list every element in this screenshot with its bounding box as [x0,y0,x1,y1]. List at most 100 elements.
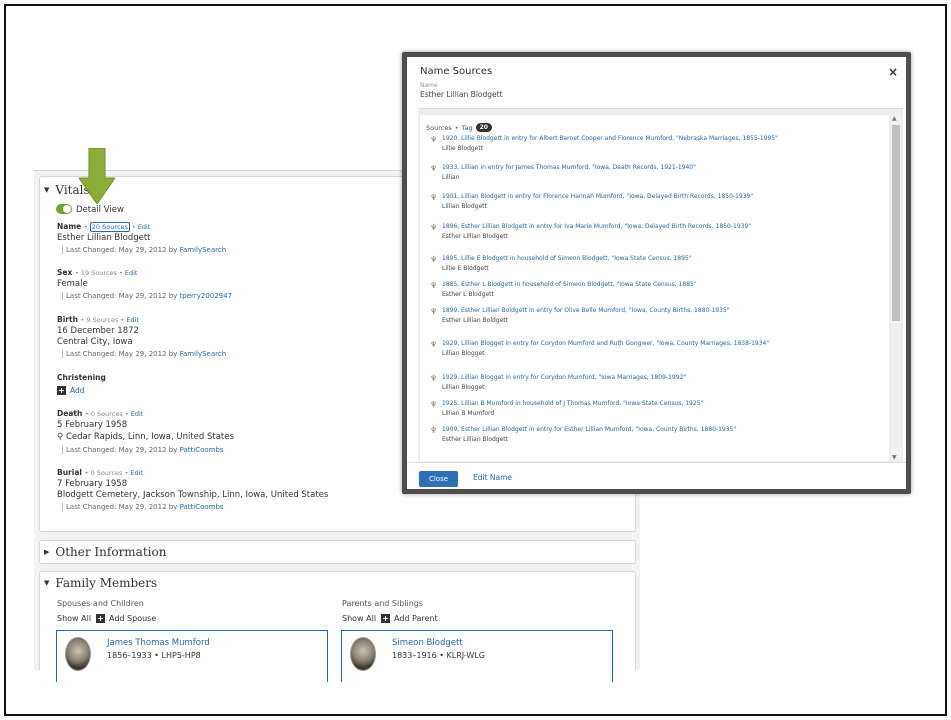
detail-view-toggle[interactable] [56,204,72,214]
birth-last-changed: Last Changed: May 29, 2012 by FamilySear… [62,350,226,358]
death-changed-by-link[interactable]: PattiCoombs [180,446,224,454]
plus-icon: + [96,614,105,623]
source-name: Esther Lillian Blodgett [442,436,509,443]
scrollbar-thumb[interactable] [892,125,900,321]
sources-header: Sources • Tag 20 [426,123,492,132]
birth-label-row: Birth • 9 Sources • Edit [57,315,139,324]
birth-sources-link[interactable]: 9 Sources [86,316,118,324]
source-name: Lillian Blodgett [442,203,487,210]
close-icon[interactable]: × [888,65,898,79]
source-name: Lillian B Mumford [442,410,495,417]
source-title[interactable]: 1895, Lillie E Blodgett in household of … [442,255,870,263]
edit-name-button[interactable]: Edit Name [473,473,512,482]
burial-sources-link[interactable]: 0 Sources [91,469,123,477]
add-spouse-button[interactable]: + Add Spouse [96,614,156,623]
death-label-row: Death • 0 Sources • Edit [57,409,144,418]
source-title[interactable]: 1929, Lillian Blogget in entry for Coryd… [442,374,870,382]
sex-sources-link[interactable]: 19 Sources [81,269,117,277]
source-title[interactable]: 1901, Lillian Blodgett in entry for Flor… [442,193,870,201]
burial-last-changed: Last Changed: May 29, 2012 by PattiCoomb… [62,503,224,511]
spouse-card[interactable]: James Thomas Mumford 1856–1933 • LHP5-HP… [56,630,328,682]
name-edit-link[interactable]: Edit [138,223,151,231]
source-item[interactable]: ♆ 1885, Esther L Blodgett in household of… [430,281,870,298]
death-sources-link[interactable]: 0 Sources [91,410,123,418]
tree-icon: ♆ [430,255,438,264]
parents-show-all[interactable]: Show All [342,614,376,623]
source-item[interactable]: ♆ 1925, Lillian B Mumford in household of… [430,400,870,417]
source-item[interactable]: ♆ 1899, Esther Lillian Boldgett in entry … [430,307,870,324]
parent-name[interactable]: Simeon Blodgett [392,638,463,648]
detail-view-label[interactable]: Detail View [76,205,124,215]
source-title[interactable]: 1933, Lillian in entry for James Thomas … [442,164,870,172]
source-item[interactable]: ♆ 1895, Lillie E Blodgett in household of… [430,255,870,272]
other-info-header[interactable]: ▶ Other Information [44,545,166,559]
sex-last-changed: Last Changed: May 29, 2012 by tperry2002… [62,292,232,300]
modal-name-value: Esther Lillian Blodgett [420,90,503,99]
spouse-name[interactable]: James Thomas Mumford [107,638,210,648]
birth-changed-by-link[interactable]: FamilySearch [180,350,227,358]
tree-icon: ♆ [430,223,438,232]
source-title[interactable]: 1929, Lillian Blogget in entry for Coryd… [442,340,870,348]
death-changed-text: Last Changed: May 29, 2012 by [66,446,178,454]
source-item[interactable]: ♆ 1929, Lillian Blogget in entry for Cory… [430,340,870,357]
birth-place: Central City, Iowa [57,337,133,347]
name-label: Name [57,222,82,231]
source-name: Lillian [442,174,460,181]
plus-icon: + [381,614,390,623]
source-title[interactable]: 1925, Lillian B Mumford in household of … [442,400,870,408]
sex-edit-link[interactable]: Edit [125,269,138,277]
death-last-changed: Last Changed: May 29, 2012 by PattiCoomb… [62,446,224,454]
sex-changed-by-link[interactable]: tperry2002947 [180,292,232,300]
burial-edit-link[interactable]: Edit [130,469,143,477]
death-edit-link[interactable]: Edit [131,410,144,418]
death-label: Death [57,409,83,418]
birth-edit-link[interactable]: Edit [126,316,139,324]
name-sources-link[interactable]: 20 Sources [89,222,130,232]
scroll-down-icon[interactable]: ▼ [892,454,897,461]
sex-label: Sex [57,268,73,277]
spouses-show-all[interactable]: Show All [57,614,91,623]
source-item[interactable]: ♆ 1929, Lillian Blogget in entry for Cory… [430,374,870,391]
tree-icon: ♆ [430,340,438,349]
source-item[interactable]: ♆ 1896, Esther Lillian Blodgett in entry … [430,223,870,240]
scrollbar[interactable]: ▲ ▼ [891,115,901,461]
birth-date: 16 December 1872 [57,326,139,336]
green-down-arrow-icon [79,148,115,204]
burial-changed-by-link[interactable]: PattiCoombs [180,503,224,511]
source-title[interactable]: 1909, Esther Lillian Blodgett in entry f… [442,426,870,434]
source-item[interactable]: ♆ 1933, Lillian in entry for James Thomas… [430,164,870,181]
source-name: Esther Lillian Boldgett [442,317,509,324]
source-name: Lillie Blodgett [442,145,484,152]
avatar [65,637,91,671]
close-button[interactable]: Close [419,471,458,487]
scroll-up-icon[interactable]: ▲ [892,115,897,122]
source-item[interactable]: ♆ 1909, Esther Lillian Blodgett in entry … [430,426,870,443]
sources-label: Sources [426,123,452,132]
parents-heading: Parents and Siblings [342,599,424,608]
plus-icon: + [57,386,66,395]
source-title[interactable]: 1920, Lillie Blodgett in entry for Alber… [442,135,870,143]
source-title[interactable]: 1885, Esther L Blodgett in household of … [442,281,870,289]
source-name: Lillian Blogget [442,384,485,391]
sex-changed-text: Last Changed: May 29, 2012 by [66,292,178,300]
source-item[interactable]: ♆ 1920, Lillie Blodgett in entry for Albe… [430,135,870,152]
source-title[interactable]: 1899, Esther Lillian Boldgett in entry f… [442,307,870,315]
tag-link[interactable]: Tag [462,124,473,132]
tree-icon: ♆ [430,374,438,383]
family-header[interactable]: ▼ Family Members [44,576,157,590]
parent-card[interactable]: Simeon Blodgett 1833–1916 • KLRJ-WLG [341,630,613,682]
name-changed-by-link[interactable]: FamilySearch [180,246,227,254]
death-place: Cedar Rapids, Linn, Iowa, United States [65,432,234,442]
tree-icon: ♆ [430,400,438,409]
modal-body: Sources • Tag 20 ♆ 1920, Lillie Blodgett … [418,108,903,462]
source-item[interactable]: ♆ 1901, Lillian Blodgett in entry for Flo… [430,193,870,210]
burial-place: Blodgett Cemetery, Jackson Township, Lin… [57,490,329,500]
source-title[interactable]: 1896, Esther Lillian Blodgett in entry f… [442,223,870,231]
christening-add-button[interactable]: + Add [57,386,85,395]
burial-date: 7 February 1958 [57,479,128,489]
add-parent-button[interactable]: + Add Parent [381,614,438,623]
tree-icon: ♆ [430,164,438,173]
source-name: Esther L Blodgett [442,291,494,298]
modal-title: Name Sources [420,66,493,77]
source-name: Lillie E Blodgett [442,265,489,272]
